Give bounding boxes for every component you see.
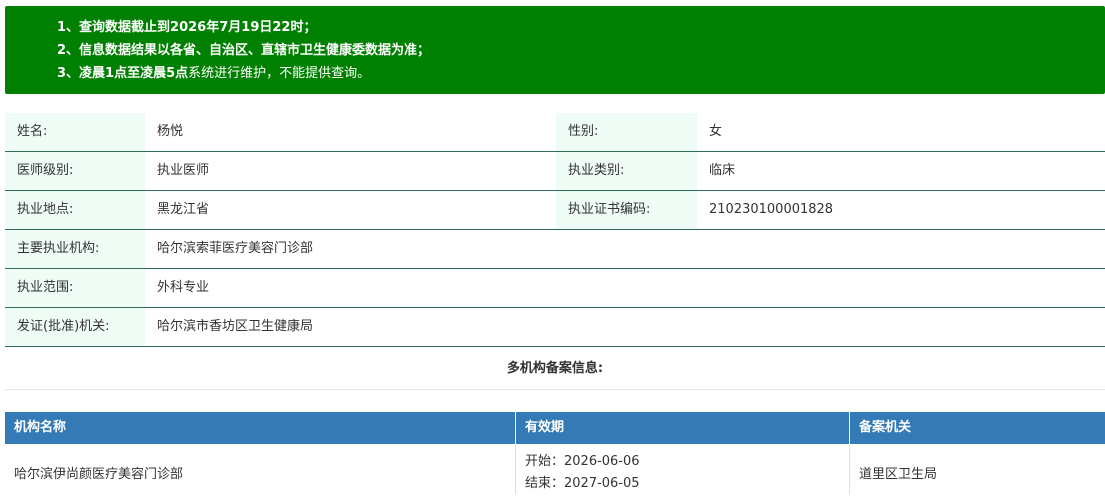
info-row-level: 医师级别: 执业医师 执业类别: 临床 (5, 152, 1105, 191)
location-label: 执业地点: (5, 191, 145, 229)
notice-number: 3、 (57, 66, 80, 81)
table-row: 哈尔滨伊尚颜医疗美容门诊部 开始：2026-06-06 结束：2027-06-0… (5, 444, 1105, 494)
level-label: 医师级别: (5, 152, 145, 190)
info-row-institution: 主要执业机构: 哈尔滨索菲医疗美容门诊部 (5, 230, 1105, 269)
multi-institution-title: 多机构备案信息: (5, 348, 1105, 390)
scope-label: 执业范围: (5, 269, 145, 307)
notice-number: 1、 (57, 20, 80, 35)
validity-start: 开始：2026-06-06 (525, 454, 640, 469)
row-institution-name: 哈尔滨伊尚颜医疗美容门诊部 (5, 444, 516, 494)
info-row-scope: 执业范围: 外科专业 (5, 269, 1105, 308)
notice-number: 2、 (57, 43, 80, 58)
notice-text-bold: 凌晨1点至凌晨5点 (79, 66, 189, 81)
doctor-info-table: 姓名: 杨悦 性别: 女 医师级别: 执业医师 执业类别: 临床 执业地点: 黑… (5, 113, 1105, 347)
authority-label: 发证(批准)机关: (5, 308, 145, 346)
category-value: 临床 (709, 163, 736, 178)
registry-header: 机构名称 有效期 备案机关 (5, 412, 1105, 444)
notice-banner: 1、查询数据截止到2026年7月19日22时； 2、信息数据结果以各省、自治区、… (5, 6, 1105, 94)
institution-label: 主要执业机构: (5, 230, 145, 268)
info-row-location: 执业地点: 黑龙江省 执业证书编码: 210230100001828 (5, 191, 1105, 230)
header-institution: 机构名称 (5, 412, 516, 444)
registry-table: 机构名称 有效期 备案机关 哈尔滨伊尚颜医疗美容门诊部 开始：2026-06-0… (5, 412, 1105, 494)
gender-label: 性别: (556, 113, 697, 151)
notice-text: 系统进行维护，不能提供查询。 (188, 66, 371, 81)
row-validity: 开始：2026-06-06 结束：2027-06-05 (516, 444, 850, 494)
location-value: 黑龙江省 (157, 202, 210, 217)
header-agency: 备案机关 (859, 420, 912, 435)
level-value: 执业医师 (157, 163, 210, 178)
row-agency: 道里区卫生局 (859, 467, 938, 482)
category-label: 执业类别: (556, 152, 697, 190)
notice-line-2: 2、信息数据结果以各省、自治区、直辖市卫生健康委数据为准； (57, 39, 1105, 62)
notice-line-3: 3、凌晨1点至凌晨5点系统进行维护，不能提供查询。 (57, 62, 1105, 85)
authority-value: 哈尔滨市香坊区卫生健康局 (157, 319, 314, 334)
notice-text: 信息数据结果以各省、自治区、直辖市卫生健康委数据为准； (79, 43, 431, 58)
gender-value: 女 (709, 124, 723, 139)
institution-value: 哈尔滨索菲医疗美容门诊部 (157, 241, 314, 256)
info-row-name: 姓名: 杨悦 性别: 女 (5, 113, 1105, 152)
scope-value: 外科专业 (157, 280, 210, 295)
cert-label: 执业证书编码: (556, 191, 697, 229)
name-value: 杨悦 (157, 124, 184, 139)
info-row-authority: 发证(批准)机关: 哈尔滨市香坊区卫生健康局 (5, 308, 1105, 347)
notice-text: 查询数据截止到2026年7月19日22时； (79, 20, 317, 35)
validity-end: 结束：2027-06-05 (525, 476, 640, 491)
cert-value: 210230100001828 (709, 202, 834, 217)
header-validity: 有效期 (516, 412, 850, 444)
name-label: 姓名: (5, 113, 145, 151)
notice-line-1: 1、查询数据截止到2026年7月19日22时； (57, 16, 1105, 39)
